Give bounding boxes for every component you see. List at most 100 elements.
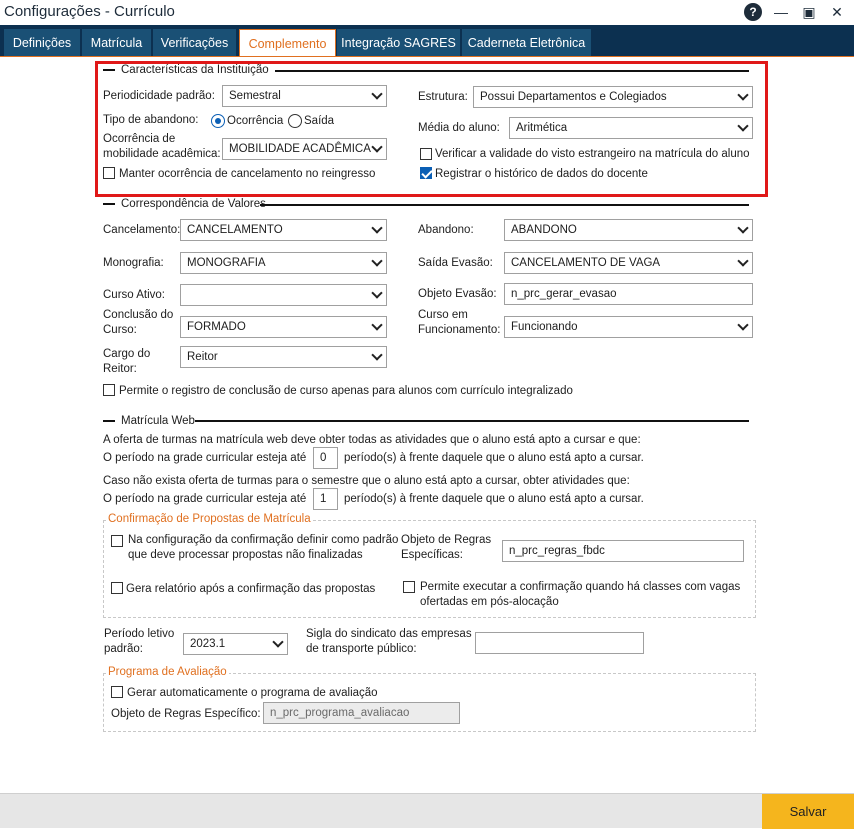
estrutura-label: Estrutura: xyxy=(418,91,468,103)
minimize-icon[interactable]: — xyxy=(772,3,790,21)
registrar-label: Registrar o histórico de dados do docent… xyxy=(435,168,648,180)
visto-label: Verificar a validade do visto estrangeir… xyxy=(435,148,750,160)
chevron-down-icon xyxy=(737,89,749,101)
saida-evasao-select[interactable]: CANCELAMENTO DE VAGA xyxy=(504,252,753,274)
chevron-down-icon xyxy=(737,222,749,234)
radio-ocorrencia[interactable] xyxy=(211,114,225,128)
tab-integracao-sagres[interactable]: Integração SAGRES xyxy=(337,29,461,57)
window-controls: ? — ▣ ✕ xyxy=(744,3,846,21)
mobilidade-select[interactable]: MOBILIDADE ACADÊMICA xyxy=(222,138,387,160)
matricula-text-1: A oferta de turmas na matrícula web deve… xyxy=(103,434,641,446)
periodo-letivo-select[interactable]: 2023.1 xyxy=(183,633,288,655)
media-label: Média do aluno: xyxy=(418,122,500,134)
chevron-down-icon xyxy=(371,287,383,299)
nao-finalizadas-label-1: Na configuração da confirmação definir c… xyxy=(128,534,399,546)
funcionamento-label-2: Funcionamento: xyxy=(418,324,501,336)
conclusao-select[interactable]: FORMADO xyxy=(180,316,387,338)
monografia-select[interactable]: MONOGRAFIA xyxy=(180,252,387,274)
gerar-programa-checkbox[interactable] xyxy=(111,686,123,698)
estrutura-select[interactable]: Possui Departamentos e Colegiados xyxy=(473,86,753,108)
tab-divider xyxy=(0,56,854,57)
matricula-text-3: Caso não exista oferta de turmas para o … xyxy=(103,475,630,487)
chevron-down-icon xyxy=(371,141,383,153)
sigla-label-2: de transporte público: xyxy=(306,643,417,655)
objeto-regras-label-2: Específicas: xyxy=(401,549,463,561)
characteristics-title: Características da Instituição xyxy=(103,64,269,76)
help-icon[interactable]: ? xyxy=(744,3,762,21)
matricula-text-2a: O período na grade curricular esteja até xyxy=(103,452,307,464)
cargo-label-1: Cargo do xyxy=(103,348,151,360)
tab-definicoes[interactable]: Definições xyxy=(4,29,81,57)
periodo-frente-input-1[interactable]: 0 xyxy=(313,447,338,469)
chevron-down-icon xyxy=(371,222,383,234)
matricula-text-4b: período(s) à frente daquele que o aluno … xyxy=(344,493,644,505)
conclusao-label-1: Conclusão do xyxy=(103,309,174,321)
cargo-select[interactable]: Reitor xyxy=(180,346,387,368)
matricula-text-2b: período(s) à frente daquele que o aluno … xyxy=(344,452,644,464)
save-button[interactable]: Salvar xyxy=(762,794,854,829)
matricula-text-4a: O período na grade curricular esteja até xyxy=(103,493,307,505)
objeto-evasao-input[interactable]: n_prc_gerar_evasao xyxy=(504,283,753,305)
saida-evasao-label: Saída Evasão: xyxy=(418,257,493,269)
monografia-label: Monografia: xyxy=(103,257,164,269)
mobilidade-label-1: Ocorrência de xyxy=(103,133,176,145)
window-title: Configurações - Currículo xyxy=(4,3,175,20)
chevron-down-icon xyxy=(371,319,383,331)
gera-relatorio-checkbox[interactable] xyxy=(111,582,123,594)
periodicidade-label: Periodicidade padrão: xyxy=(103,90,215,102)
objeto-programa-input[interactable]: n_prc_programa_avaliacao xyxy=(263,702,460,724)
permite-executar-label-1: Permite executar a confirmação quando há… xyxy=(420,581,741,593)
objeto-regras-input[interactable]: n_prc_regras_fbdc xyxy=(502,540,744,562)
radio-ocorrencia-label: Ocorrência xyxy=(227,115,284,127)
tab-matricula[interactable]: Matrícula xyxy=(82,29,152,57)
nao-finalizadas-checkbox[interactable] xyxy=(111,535,123,547)
radio-saida[interactable] xyxy=(288,114,302,128)
tab-complemento[interactable]: Complemento xyxy=(239,29,336,57)
periodo-frente-input-2[interactable]: 1 xyxy=(313,488,338,510)
gerar-programa-label: Gerar automaticamente o programa de aval… xyxy=(127,687,378,699)
periodo-letivo-label-2: padrão: xyxy=(104,643,144,655)
tab-verificacoes[interactable]: Verificações xyxy=(153,29,237,57)
manter-label: Manter ocorrência de cancelamento no rei… xyxy=(119,168,376,180)
matricula-web-title: Matrícula Web xyxy=(103,415,195,427)
correspondence-title: Correspondência de Valores xyxy=(103,198,266,210)
funcionamento-label-1: Curso em xyxy=(418,309,468,321)
confirmacao-title: Confirmação de Propostas de Matrícula xyxy=(106,513,313,525)
manter-checkbox[interactable] xyxy=(103,167,115,179)
media-select[interactable]: Aritmética xyxy=(509,117,753,139)
abandono-label: Abandono: xyxy=(418,224,474,236)
matricula-web-rule xyxy=(195,420,749,422)
chevron-down-icon xyxy=(737,120,749,132)
radio-saida-label: Saída xyxy=(304,115,335,127)
title-bar: Configurações - Currículo ? — ▣ ✕ xyxy=(0,0,854,25)
permite-registro-checkbox[interactable] xyxy=(103,384,115,396)
correspondence-rule xyxy=(260,204,749,206)
chevron-down-icon xyxy=(371,255,383,267)
conclusao-label-2: Curso: xyxy=(103,324,137,336)
tab-bar: Definições Matrícula Verificações Comple… xyxy=(0,25,854,57)
abandono-select[interactable]: ABANDONO xyxy=(504,219,753,241)
cancelamento-select[interactable]: CANCELAMENTO xyxy=(180,219,387,241)
chevron-down-icon xyxy=(737,319,749,331)
mobilidade-label-2: mobilidade acadêmica: xyxy=(103,148,221,160)
sigla-label-1: Sigla do sindicato das empresas xyxy=(306,628,472,640)
permite-executar-label-2: ofertadas em pós-alocação xyxy=(420,596,559,608)
programa-title: Programa de Avaliação xyxy=(106,666,229,678)
permite-registro-label: Permite o registro de conclusão de curso… xyxy=(119,385,573,397)
cancelamento-label: Cancelamento: xyxy=(103,224,181,236)
close-icon[interactable]: ✕ xyxy=(828,3,846,21)
periodicidade-select[interactable]: Semestral xyxy=(222,85,387,107)
tipo-abandono-label: Tipo de abandono: xyxy=(103,114,199,126)
maximize-icon[interactable]: ▣ xyxy=(800,3,818,21)
registrar-checkbox[interactable] xyxy=(420,167,432,179)
permite-executar-checkbox[interactable] xyxy=(403,581,415,593)
curso-ativo-select[interactable] xyxy=(180,284,387,306)
visto-checkbox[interactable] xyxy=(420,148,432,160)
objeto-programa-label: Objeto de Regras Específico: xyxy=(111,708,261,720)
tab-caderneta-eletronica[interactable]: Caderneta Eletrônica xyxy=(462,29,592,57)
funcionamento-select[interactable]: Funcionando xyxy=(504,316,753,338)
chevron-down-icon xyxy=(371,88,383,100)
objeto-evasao-label: Objeto Evasão: xyxy=(418,288,497,300)
sigla-input[interactable] xyxy=(475,632,644,654)
cargo-label-2: Reitor: xyxy=(103,363,137,375)
